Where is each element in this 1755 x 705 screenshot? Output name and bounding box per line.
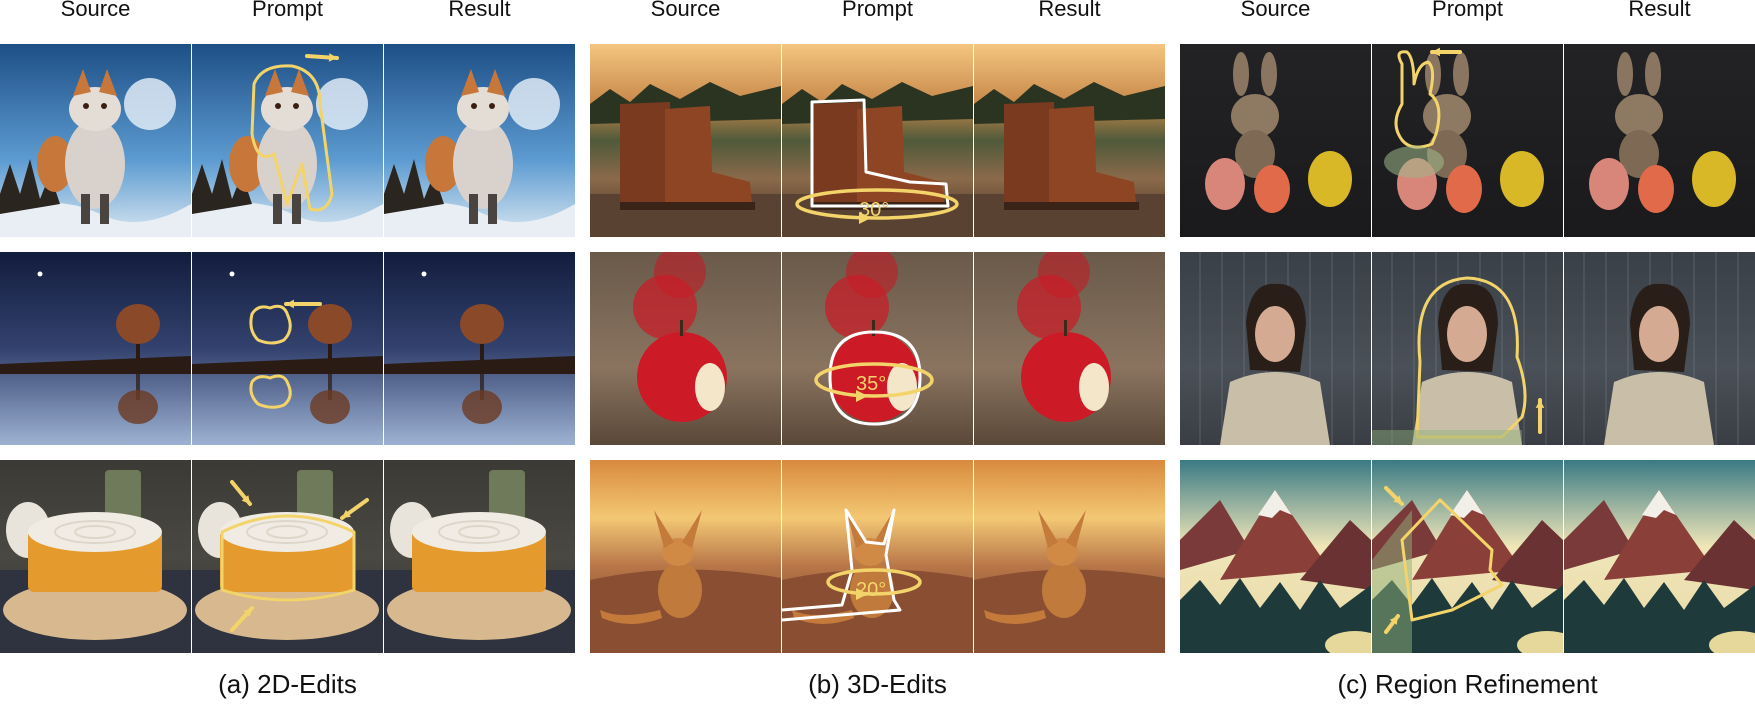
source-image (0, 460, 191, 653)
panel-caption: (b) 3D-Edits (808, 669, 947, 699)
prompt-image (1372, 252, 1563, 445)
result-image (384, 252, 575, 445)
source-image (1180, 460, 1371, 653)
column-header: Prompt (842, 0, 913, 21)
prompt-image: 30° (782, 44, 973, 237)
source-image (0, 44, 191, 237)
column-header: Source (60, 0, 131, 21)
column-header: Source (650, 0, 721, 21)
prompt-image: 20° (782, 460, 973, 653)
result-image (974, 252, 1165, 445)
panel-group-1: Source Prompt Result (a) 2D-Edits (0, 0, 575, 705)
column-header: Prompt (252, 0, 323, 21)
rotation-angle-label: 20° (856, 579, 886, 601)
column-header: Result (448, 0, 511, 21)
prompt-image (1372, 44, 1563, 237)
result-image (1564, 460, 1755, 653)
column-header: Result (1038, 0, 1101, 21)
column-header: Prompt (1432, 0, 1503, 21)
prompt-image: 35° (782, 252, 973, 445)
source-image (590, 460, 781, 653)
panel-caption: (c) Region Refinement (1337, 669, 1598, 699)
prompt-image (192, 252, 383, 445)
column-header: Source (1240, 0, 1311, 21)
panel-group-2: Source Prompt Result 30° 35° 20° (b) 3D-Edits (590, 0, 1165, 705)
rotation-angle-label: 35° (856, 373, 886, 395)
result-image (384, 44, 575, 237)
source-image (590, 44, 781, 237)
result-image (974, 44, 1165, 237)
source-image (0, 252, 191, 445)
result-image (1564, 44, 1755, 237)
prompt-image (1372, 460, 1563, 653)
result-image (384, 460, 575, 653)
column-header: Result (1628, 0, 1691, 21)
source-image (1180, 252, 1371, 445)
panel-group-3: Source Prompt Result (c) Region Refinement (1180, 0, 1755, 705)
panel-caption: (a) 2D-Edits (218, 669, 357, 699)
result-image (1564, 252, 1755, 445)
rotation-angle-label: 30° (859, 199, 889, 221)
prompt-image (192, 44, 383, 237)
result-image (974, 460, 1165, 653)
prompt-image (192, 460, 383, 653)
source-image (590, 252, 781, 445)
source-image (1180, 44, 1371, 237)
